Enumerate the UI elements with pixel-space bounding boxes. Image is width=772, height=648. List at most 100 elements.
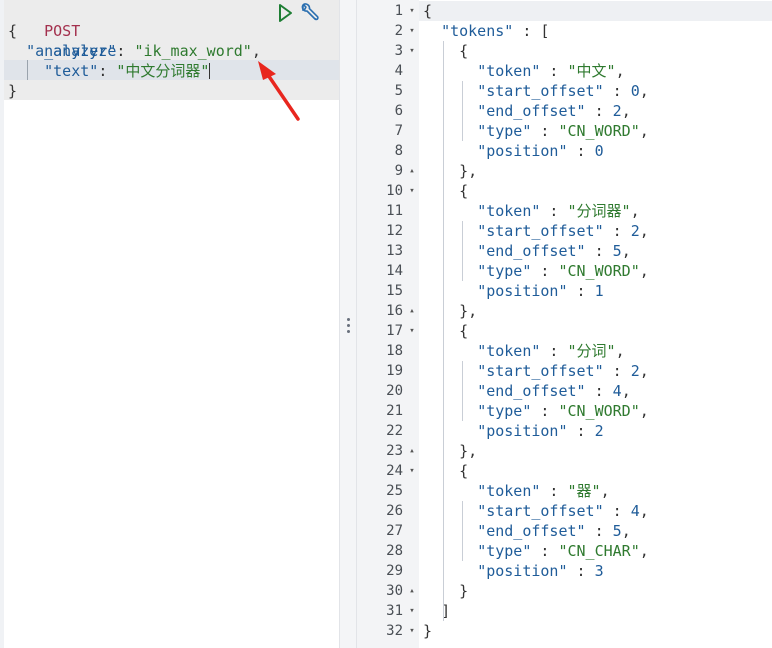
start-offset-key: "start_offset"	[477, 222, 604, 240]
end-offset-key: "end_offset"	[477, 522, 586, 540]
start-offset-key: "start_offset"	[477, 82, 604, 100]
request-line-2[interactable]: {	[8, 21, 17, 41]
code-line: "type" : "CN_WORD",	[423, 261, 649, 281]
code-line: {	[423, 321, 468, 341]
line-number: 20	[386, 383, 403, 399]
line-number: 29	[386, 563, 403, 579]
punct: :	[531, 542, 559, 560]
code-line: },	[423, 441, 477, 461]
resize-handle-icon	[347, 318, 350, 334]
punct: :	[540, 62, 568, 80]
token-value: "分词"	[567, 342, 616, 360]
token-value: "中文"	[567, 62, 616, 80]
punct: :	[531, 402, 559, 420]
punct: :	[603, 502, 631, 520]
analyzer-value: "ik_max_word"	[134, 42, 252, 60]
fold-down-icon[interactable]: ▾	[407, 181, 417, 201]
line-number: 26	[386, 503, 403, 519]
end-offset-value: 4	[612, 382, 622, 400]
code-line: "position" : 2	[423, 421, 604, 441]
fold-down-icon[interactable]: ▾	[407, 601, 417, 621]
type-key: "type"	[477, 402, 532, 420]
punct: :	[585, 522, 613, 540]
line-number: 23	[386, 443, 403, 459]
type-value: "CN_WORD"	[558, 122, 640, 140]
close-brace: },	[459, 162, 478, 180]
code-line: },	[423, 301, 477, 321]
line-number: 21	[386, 403, 403, 419]
code-line: "start_offset" : 4,	[423, 501, 649, 521]
open-brace: {	[459, 42, 469, 60]
position-key: "position"	[477, 422, 568, 440]
fold-down-icon[interactable]: ▾	[407, 461, 417, 481]
request-line-4[interactable]: "text": "中文分词器"	[8, 61, 211, 81]
line-number: 1	[394, 3, 403, 19]
punct: :	[603, 362, 631, 380]
close-brace: }	[459, 582, 469, 600]
punct: ,	[600, 482, 610, 500]
line-number: 18	[386, 343, 403, 359]
punct: :	[567, 282, 595, 300]
fold-up-icon[interactable]: ▴	[407, 301, 417, 321]
settings-button[interactable]	[298, 2, 320, 24]
line-number: 12	[386, 223, 403, 239]
token-key: "token"	[477, 202, 541, 220]
code-line: "type" : "CN_CHAR",	[423, 541, 649, 561]
close-brace: }	[423, 622, 433, 640]
indent-guide	[462, 221, 463, 281]
close-brace: },	[459, 302, 478, 320]
punct: :	[540, 342, 568, 360]
indent-guide	[462, 501, 463, 561]
text-colon: :	[98, 62, 117, 80]
start-offset-key: "start_offset"	[477, 362, 604, 380]
type-key: "type"	[477, 122, 532, 140]
response-viewer[interactable]: 1 ▾ 2 ▾ 3 ▾ 4 5 6 7 8 9 ▴ 10 ▾ 11 12 13 14 15 16 ▴ 17 ▾ 18 19 20 21…	[357, 0, 772, 648]
type-key: "type"	[477, 542, 532, 560]
fold-down-icon[interactable]: ▾	[407, 21, 417, 41]
punct: :	[567, 142, 595, 160]
punct: ,	[639, 82, 649, 100]
run-button[interactable]	[274, 2, 296, 24]
code-line: "tokens" : [	[423, 21, 549, 41]
open-brace: {	[459, 462, 469, 480]
request-line-1[interactable]: POST _analyze	[8, 1, 116, 60]
request-line-3[interactable]: "analyzer": "ik_max_word",	[8, 41, 261, 61]
code-line: "start_offset" : 2,	[423, 361, 649, 381]
code-line: {	[423, 461, 468, 481]
code-line: ]	[423, 601, 450, 621]
end-offset-value: 5	[612, 242, 622, 260]
position-key: "position"	[477, 562, 568, 580]
line-number: 3	[394, 43, 403, 59]
position-value: 1	[594, 282, 604, 300]
request-line-5[interactable]: }	[8, 81, 17, 101]
type-value: "CN_WORD"	[558, 402, 640, 420]
line-number: 13	[386, 243, 403, 259]
token-value: "分词器"	[567, 202, 631, 220]
type-value: "CN_CHAR"	[558, 542, 640, 560]
line-number: 7	[394, 123, 403, 139]
line-number: 6	[394, 103, 403, 119]
line-number: 19	[386, 363, 403, 379]
punct: ,	[630, 202, 640, 220]
punct: :	[531, 262, 559, 280]
fold-down-icon[interactable]: ▾	[407, 621, 417, 641]
start-offset-key: "start_offset"	[477, 502, 604, 520]
punct: ,	[621, 242, 631, 260]
punct: :	[585, 102, 613, 120]
punct: :	[603, 222, 631, 240]
pane-resizer[interactable]	[339, 0, 357, 648]
fold-down-icon[interactable]: ▾	[407, 1, 417, 21]
request-gutter	[0, 0, 4, 648]
tokens-key: "tokens"	[441, 22, 514, 40]
fold-up-icon[interactable]: ▴	[407, 441, 417, 461]
fold-up-icon[interactable]: ▴	[407, 581, 417, 601]
request-editor[interactable]: POST _analyze { "analyzer": "ik_max_word…	[0, 0, 340, 648]
position-value: 2	[594, 422, 604, 440]
end-offset-key: "end_offset"	[477, 102, 586, 120]
analyzer-colon: :	[116, 42, 135, 60]
fold-down-icon[interactable]: ▾	[407, 41, 417, 61]
token-value: "器"	[567, 482, 601, 500]
fold-down-icon[interactable]: ▾	[407, 321, 417, 341]
punct: :	[585, 382, 613, 400]
fold-up-icon[interactable]: ▴	[407, 161, 417, 181]
